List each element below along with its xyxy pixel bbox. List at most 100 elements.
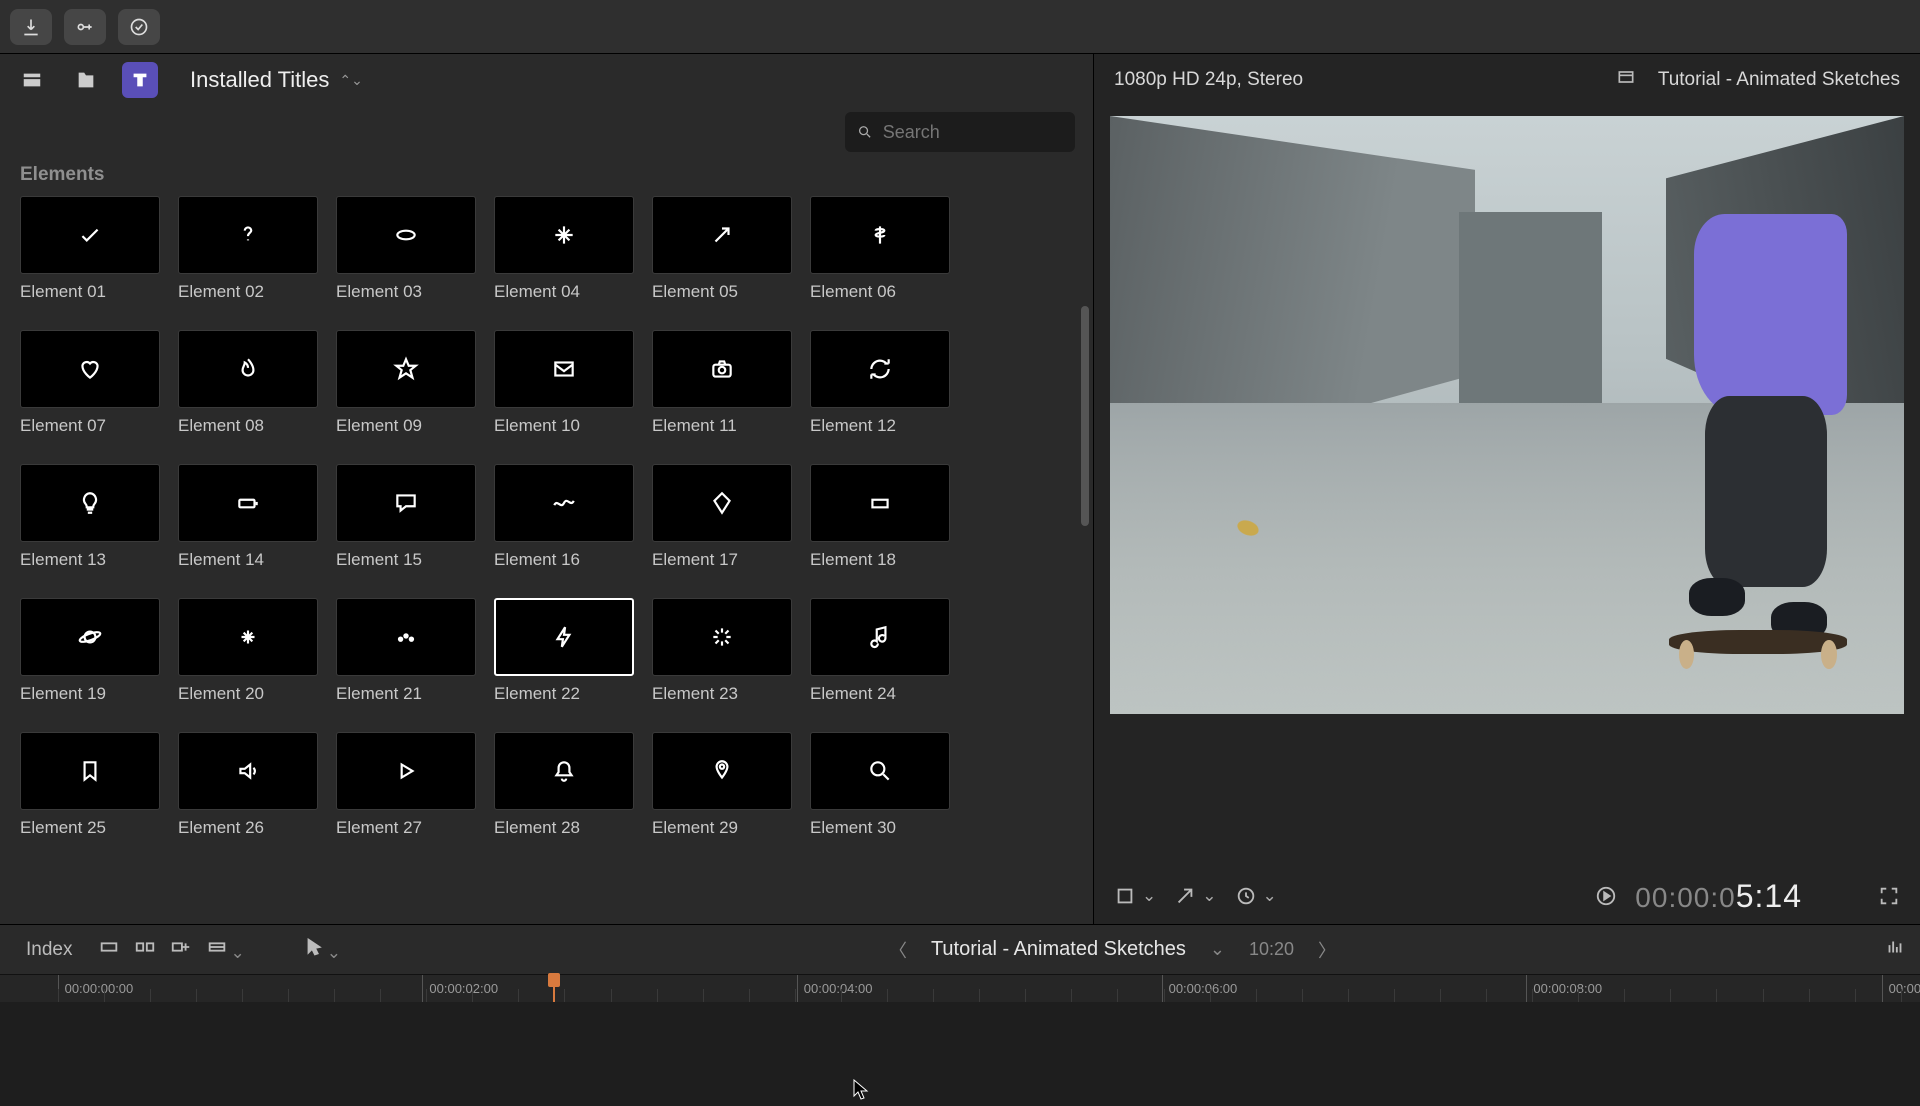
element-item[interactable]: Element 03: [336, 196, 476, 316]
viewer-timecode: 00:00:05:14: [1635, 878, 1802, 915]
heart-icon: [77, 356, 103, 382]
burst-icon: [709, 624, 735, 650]
dollar-icon: [867, 222, 893, 248]
element-thumbnail: [178, 598, 318, 676]
element-item[interactable]: Element 12: [810, 330, 950, 450]
browser-scrollbar[interactable]: [1081, 196, 1089, 924]
timeline-tracks[interactable]: [0, 1002, 1920, 1106]
element-label: Element 10: [494, 408, 634, 450]
element-label: Element 13: [20, 542, 160, 584]
element-item[interactable]: Element 16: [494, 464, 634, 584]
element-label: Element 05: [652, 274, 792, 316]
fullscreen-button[interactable]: [1878, 885, 1900, 907]
viewer-pane: 1080p HD 24p, Stereo Tutorial - Animated…: [1094, 54, 1920, 924]
element-item[interactable]: Element 04: [494, 196, 634, 316]
import-button[interactable]: [10, 9, 52, 45]
element-thumbnail: [178, 732, 318, 810]
element-thumbnail: [20, 464, 160, 542]
camera-icon: [709, 356, 735, 382]
element-item[interactable]: Element 07: [20, 330, 160, 450]
element-item[interactable]: Element 29: [652, 732, 792, 852]
search-icon: [857, 123, 873, 141]
element-item[interactable]: Element 21: [336, 598, 476, 718]
element-thumbnail: [494, 732, 634, 810]
enhance-tool[interactable]: ⌄: [1174, 885, 1216, 907]
element-item[interactable]: Element 01: [20, 196, 160, 316]
connect-clip-button[interactable]: [98, 936, 120, 963]
titles-tab[interactable]: [122, 62, 158, 98]
element-thumbnail: [336, 330, 476, 408]
element-item[interactable]: Element 09: [336, 330, 476, 450]
audio-meters-button[interactable]: [1884, 936, 1906, 963]
append-clip-button[interactable]: [170, 936, 192, 963]
viewer-canvas[interactable]: [1110, 116, 1904, 714]
ruler-tick: 00:00:06:00: [1162, 975, 1238, 1002]
element-thumbnail: [810, 196, 950, 274]
element-item[interactable]: Element 11: [652, 330, 792, 450]
element-label: Element 07: [20, 408, 160, 450]
retime-tool[interactable]: ⌄: [1235, 885, 1277, 907]
library-tab[interactable]: [14, 62, 50, 98]
element-item[interactable]: Element 10: [494, 330, 634, 450]
element-item[interactable]: Element 14: [178, 464, 318, 584]
bell-icon: [551, 758, 577, 784]
element-thumbnail: [810, 330, 950, 408]
element-label: Element 17: [652, 542, 792, 584]
element-item[interactable]: Element 17: [652, 464, 792, 584]
star-icon: [393, 356, 419, 382]
search-icon: [867, 758, 893, 784]
element-thumbnail: [20, 330, 160, 408]
timeline-ruler[interactable]: 00:00:00:0000:00:02:0000:00:04:0000:00:0…: [0, 974, 1920, 1002]
element-thumbnail: [810, 732, 950, 810]
ruler-tick: 00:00:02:00: [422, 975, 498, 1002]
timeline-index-button[interactable]: Index: [14, 935, 84, 965]
timeline-history-back[interactable]: 〈: [889, 937, 907, 963]
element-item[interactable]: Element 26: [178, 732, 318, 852]
element-thumbnail: [20, 732, 160, 810]
element-item[interactable]: Element 05: [652, 196, 792, 316]
overwrite-clip-button[interactable]: ⌄: [206, 936, 244, 963]
element-label: Element 23: [652, 676, 792, 718]
element-item[interactable]: Element 15: [336, 464, 476, 584]
insert-clip-button[interactable]: [134, 936, 156, 963]
element-item[interactable]: Element 25: [20, 732, 160, 852]
media-tab[interactable]: [68, 62, 104, 98]
element-label: Element 03: [336, 274, 476, 316]
element-label: Element 29: [652, 810, 792, 852]
keyword-button[interactable]: [64, 9, 106, 45]
titles-category-dropdown[interactable]: Installed Titles ⌃⌄: [190, 67, 363, 93]
timeline-title[interactable]: Tutorial - Animated Sketches: [931, 938, 1186, 961]
element-item[interactable]: Element 28: [494, 732, 634, 852]
element-item[interactable]: Element 23: [652, 598, 792, 718]
element-label: Element 19: [20, 676, 160, 718]
element-label: Element 20: [178, 676, 318, 718]
element-item[interactable]: Element 24: [810, 598, 950, 718]
viewer-controls: ⌄ ⌄ ⌄ 00:00:05:14: [1094, 868, 1920, 924]
select-tool[interactable]: ⌄: [303, 936, 341, 963]
transform-tool[interactable]: ⌄: [1114, 885, 1156, 907]
element-item[interactable]: Element 02: [178, 196, 318, 316]
play-button[interactable]: [1595, 885, 1617, 907]
element-item[interactable]: Element 18: [810, 464, 950, 584]
background-tasks-button[interactable]: [118, 9, 160, 45]
chevron-down-icon[interactable]: ⌄: [1210, 939, 1225, 960]
titles-search-input[interactable]: [883, 122, 1063, 143]
element-item[interactable]: Element 08: [178, 330, 318, 450]
element-label: Element 18: [810, 542, 950, 584]
section-heading: Elements: [0, 158, 1093, 196]
element-item[interactable]: Element 06: [810, 196, 950, 316]
clip-appearance-icon[interactable]: [1616, 67, 1636, 93]
element-thumbnail: [178, 330, 318, 408]
element-item[interactable]: Element 13: [20, 464, 160, 584]
spark-sm-icon: [235, 624, 261, 650]
element-label: Element 06: [810, 274, 950, 316]
element-item[interactable]: Element 19: [20, 598, 160, 718]
element-item[interactable]: Element 20: [178, 598, 318, 718]
element-item[interactable]: Element 30: [810, 732, 950, 852]
element-item[interactable]: Element 27: [336, 732, 476, 852]
element-label: Element 25: [20, 810, 160, 852]
element-label: Element 24: [810, 676, 950, 718]
timeline-history-forward[interactable]: 〉: [1318, 937, 1336, 963]
element-item[interactable]: Element 22: [494, 598, 634, 718]
titles-search[interactable]: [845, 112, 1075, 152]
